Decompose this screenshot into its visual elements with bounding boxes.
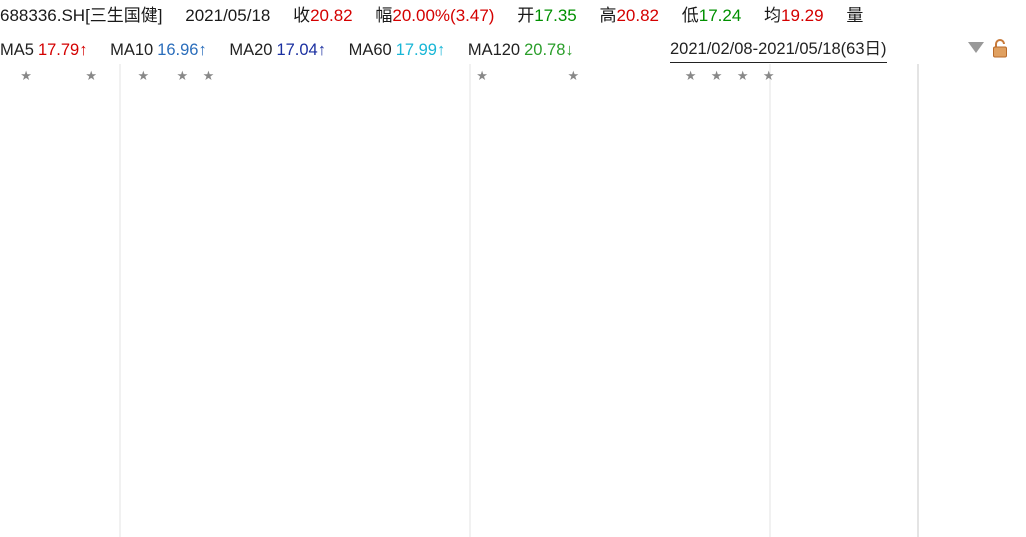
avg-label: 均 [764, 6, 782, 25]
close-value: 20.82 [310, 6, 353, 25]
ma10-value: 16.96↑ [157, 41, 207, 59]
ma10-label: MA10 [110, 41, 154, 59]
ma20-value: 17.04↑ [276, 41, 326, 59]
triangle-down-icon[interactable] [968, 42, 984, 53]
ma120-value: 20.78↓ [524, 41, 574, 59]
high-value: 20.82 [616, 6, 660, 25]
kline-chart[interactable]: ★★★★★★★★★★★ 28.0026.0024.0022.0020.0018.… [0, 64, 1026, 537]
star-marker: ★ [20, 68, 32, 83]
ma20-label: MA20 [229, 41, 273, 59]
quote-date: 2021/05/18 [185, 6, 271, 25]
star-marker: ★ [476, 68, 488, 83]
star-marker: ★ [137, 68, 149, 83]
lock-icon[interactable] [992, 38, 1008, 58]
event-markers: ★ ★ ★ ★ ★ ★ ★ ★ ★ ★ ★ [20, 68, 774, 83]
ma120-label: MA120 [467, 41, 521, 59]
date-range[interactable]: 2021/02/08-2021/05/18(63日) [670, 36, 887, 63]
ma5-label: MA5 [0, 41, 34, 59]
change-label: 幅 [375, 6, 393, 25]
chart-grid [119, 64, 919, 537]
star-marker: ★ [763, 68, 775, 83]
star-marker: ★ [177, 68, 189, 83]
change-value: 20.00%(3.47) [392, 6, 495, 25]
star-marker: ★ [567, 68, 579, 83]
star-marker: ★ [203, 68, 215, 83]
volume-label: 量 [846, 6, 864, 25]
open-value: 17.35 [534, 6, 577, 25]
ma60-value: 17.99↑ [395, 41, 446, 59]
ma60-label: MA60 [348, 41, 392, 59]
stock-code[interactable]: 688336.SH [0, 2, 85, 30]
open-label: 开 [517, 6, 535, 25]
low-value: 17.24 [698, 6, 742, 25]
star-marker: ★ [85, 68, 97, 83]
high-label: 高 [599, 6, 617, 25]
star-marker: ★ [737, 68, 749, 83]
star-marker: ★ [711, 68, 723, 83]
quote-header: 688336.SH[三生国健] 2021/05/18 收20.82 幅20.00… [0, 2, 1026, 30]
close-label: 收 [293, 6, 311, 25]
low-label: 低 [681, 6, 699, 25]
ma5-value: 17.79↑ [37, 41, 88, 59]
avg-value: 19.29 [781, 6, 824, 25]
stock-name[interactable]: [三生国健] [85, 2, 162, 30]
star-marker: ★ [685, 68, 697, 83]
